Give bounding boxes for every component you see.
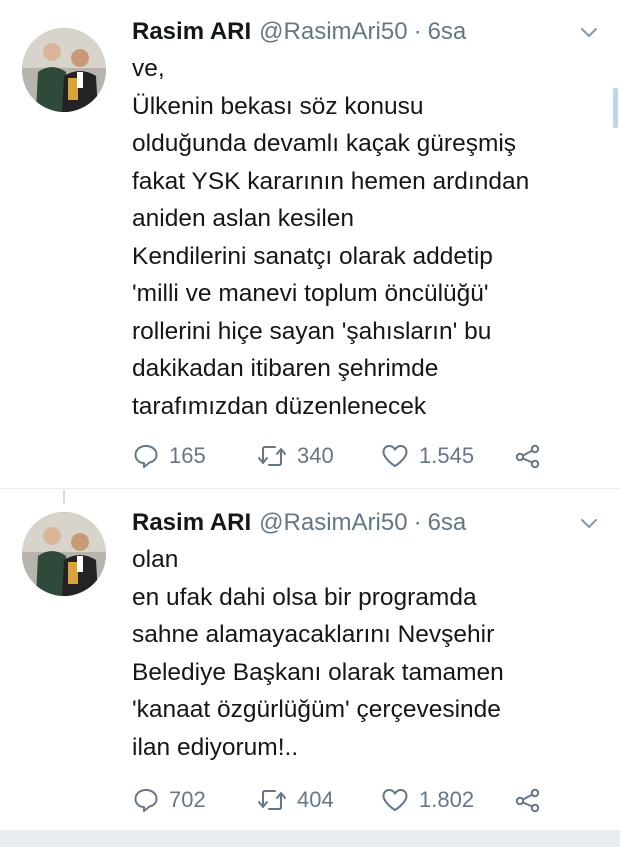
tweet-text-line: dakikadan itibaren şehrimde [132,355,439,382]
thread-connector [63,490,65,504]
author-name[interactable]: Rasim ARI [132,18,251,46]
tweet-header: Rasim ARI @RasimAri50 · 6sa [132,505,600,541]
tweet-text-line: aniden aslan kesilen [132,205,355,232]
retweet-icon [258,790,286,810]
tweet-text-line: olduğunda devamlı kaçak güreşmiş [132,130,517,157]
author-handle[interactable]: @RasimAri50 [259,509,407,537]
retweet-button[interactable]: 404 [256,786,380,814]
reply-button[interactable]: 165 [132,442,256,470]
like-button[interactable]: 1.545 [380,442,514,470]
tweet-text-line: fakat YSK kararının hemen ardından [132,167,530,195]
retweet-button[interactable]: 340 [256,442,380,470]
retweet-count: 340 [297,443,334,468]
tweet-text-line: Belediye Başkanı olarak tamamen [132,658,504,686]
heart-icon [382,789,408,811]
tweet-text-line: en ufak dahi olsa bir programda [132,583,477,611]
like-count: 1.802 [419,787,475,812]
tweet-text-line: ilan ediyorum!.. [132,733,299,761]
reply-button[interactable]: 702 [132,786,256,814]
chevron-down-icon[interactable] [578,22,600,42]
heart-icon [382,445,408,467]
tweet-header: Rasim ARI @RasimAri50 · 6sa [132,14,600,50]
reply-icon [134,445,158,468]
retweet-icon [258,446,286,466]
tweet-text-line: 'kanaat özgürlüğüm' çerçevesinde [132,696,501,723]
author-handle[interactable]: @RasimAri50 [259,18,407,46]
tweet-timestamp[interactable]: 6sa [428,18,467,46]
tweet-text-line: Kendilerini sanatçı olarak addetip [132,242,493,270]
reply-icon [134,789,158,812]
retweet-count: 404 [297,787,334,812]
tweet-text: olan en ufak dahi olsa bir programda sah… [132,541,610,766]
tweet-text-line: ve, [132,55,165,82]
tweet-text-line: rollerini hiçe sayan 'şahısların' bu [132,317,492,345]
avatar[interactable] [22,28,106,112]
separator-dot: · [413,18,422,45]
share-button[interactable] [514,442,542,470]
tweet-actions: 702 404 1.802 [132,782,542,818]
tweet-actions: 165 340 1.545 [132,438,542,474]
share-icon [515,788,540,813]
tweet-divider [0,488,620,489]
tweet[interactable]: Rasim ARI @RasimAri50 · 6sa ve, Ülkenin … [0,0,620,488]
scrollbar[interactable] [613,88,618,128]
tweet-text-line: olan [132,546,179,573]
like-count: 1.545 [419,443,475,468]
timeline-footer-divider [0,830,620,847]
reply-count: 165 [169,443,206,468]
reply-count: 702 [169,787,206,812]
avatar-photo [22,28,106,112]
tweet-text-line: sahne alamayacaklarını Nevşehir [132,621,495,648]
share-icon [515,444,540,469]
separator-dot: · [413,509,422,536]
avatar[interactable] [22,512,106,596]
share-button[interactable] [514,786,542,814]
timeline: Rasim ARI @RasimAri50 · 6sa ve, Ülkenin … [0,0,620,847]
tweet-text-line: tarafımızdan düzenlenecek [132,392,427,420]
author-name[interactable]: Rasim ARI [132,509,251,537]
tweet-text-line: Ülkenin bekası söz konusu [132,92,424,120]
tweet-timestamp[interactable]: 6sa [428,509,467,537]
chevron-down-icon[interactable] [578,513,600,533]
tweet[interactable]: Rasim ARI @RasimAri50 · 6sa olan en ufak… [0,490,620,830]
like-button[interactable]: 1.802 [380,786,514,814]
tweet-text: ve, Ülkenin bekası söz konusu olduğunda … [132,50,610,425]
avatar-photo [22,512,106,596]
tweet-text-line: 'milli ve manevi toplum öncülüğü' [132,280,489,307]
